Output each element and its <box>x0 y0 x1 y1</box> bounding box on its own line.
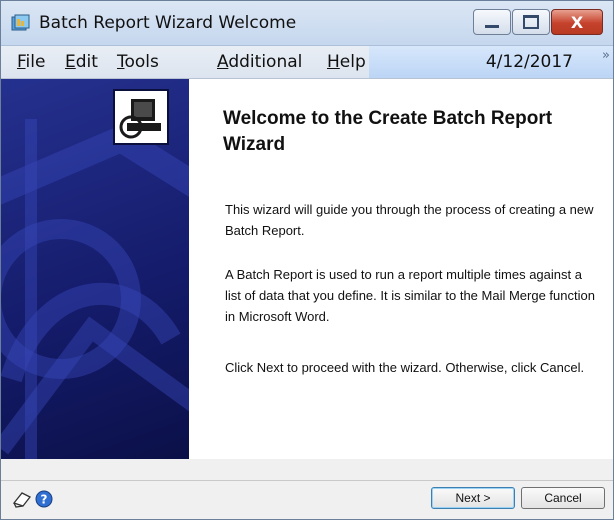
maximize-icon <box>523 15 539 29</box>
menu-bar: File Edit Tools Additional 4/12/2017 » H… <box>1 46 613 79</box>
footer-icons: ? <box>11 489 57 513</box>
user-date[interactable]: 4/12/2017 <box>486 52 573 72</box>
wizard-title: Welcome to the Create Batch Report Wizar… <box>223 108 553 155</box>
menu-file[interactable]: File <box>17 52 45 72</box>
help-icon[interactable]: ? <box>35 490 53 508</box>
wizard-paragraph-instructions: Click Next to proceed with the wizard. O… <box>225 360 585 375</box>
note-icon[interactable] <box>12 492 31 508</box>
maximize-button[interactable] <box>512 9 550 35</box>
minimize-icon <box>485 24 499 28</box>
close-button[interactable]: X <box>551 9 603 35</box>
menu-help[interactable]: Help <box>327 52 366 72</box>
report-wizard-icon <box>11 14 30 31</box>
date-area: 4/12/2017 » <box>369 46 613 78</box>
footer-divider <box>1 480 613 481</box>
menu-edit[interactable]: Edit <box>65 52 98 72</box>
close-icon: X <box>570 12 584 32</box>
window-title: Batch Report Wizard Welcome <box>39 13 297 33</box>
wizard-window: Batch Report Wizard Welcome X File Edit … <box>0 0 614 520</box>
chevron-overflow-icon[interactable]: » <box>602 48 610 63</box>
menu-additional[interactable]: Additional <box>217 52 302 72</box>
wizard-content: Welcome to the Create Batch Report Wizar… <box>1 79 613 459</box>
cancel-button[interactable]: Cancel <box>521 487 605 509</box>
wizard-paragraph-description: A Batch Report is used to run a report m… <box>225 267 595 324</box>
wizard-footer: ? Next > Cancel <box>1 459 613 519</box>
title-bar[interactable]: Batch Report Wizard Welcome X <box>1 1 613 46</box>
wizard-side-panel <box>1 79 189 459</box>
svg-text:?: ? <box>41 493 48 507</box>
minimize-button[interactable] <box>473 9 511 35</box>
wizard-paragraph-intro: This wizard will guide you through the p… <box>225 202 594 238</box>
next-button[interactable]: Next > <box>431 487 515 509</box>
computer-disc-icon <box>113 89 169 145</box>
menu-tools[interactable]: Tools <box>117 52 159 72</box>
